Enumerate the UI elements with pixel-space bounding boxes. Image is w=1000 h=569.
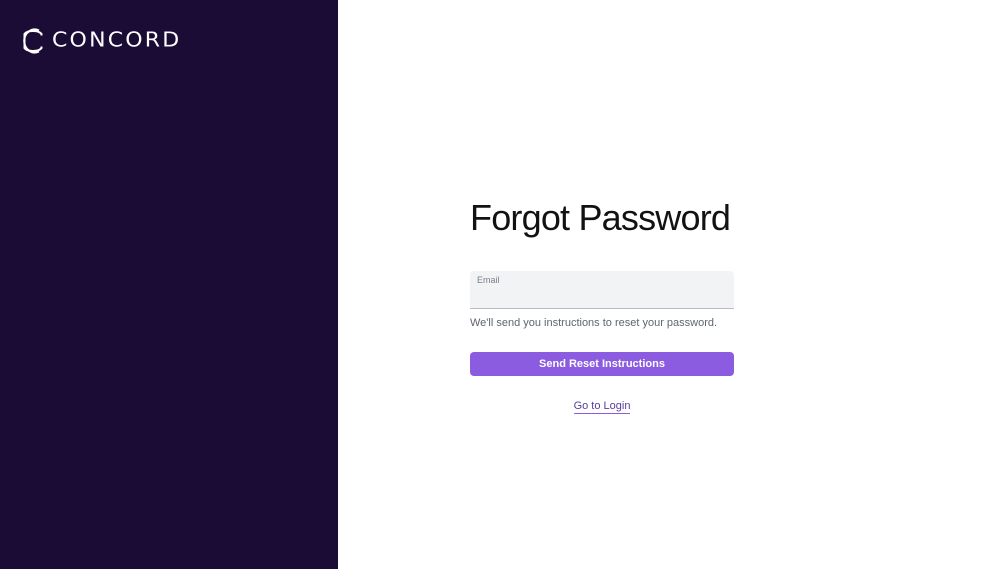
go-to-login-link[interactable]: Go to Login [573, 400, 631, 414]
page-title: Forgot Password [470, 197, 731, 238]
forgot-password-page: CONCORD Forgot Password Email We'll send… [0, 0, 1000, 569]
email-input[interactable] [476, 287, 728, 305]
brand-logo: CONCORD [20, 26, 181, 56]
login-link-row: Go to Login [470, 396, 734, 414]
email-field[interactable]: Email [470, 271, 734, 309]
send-reset-instructions-button[interactable]: Send Reset Instructions [470, 352, 734, 376]
email-field-label: Email [477, 275, 500, 285]
brand-name: CONCORD [52, 29, 182, 53]
helper-text: We'll send you instructions to reset you… [470, 317, 718, 329]
main-content: Forgot Password Email We'll send you ins… [338, 0, 1000, 569]
concord-logo-icon [23, 28, 43, 54]
forgot-password-form: Forgot Password Email We'll send you ins… [470, 196, 734, 414]
brand-sidebar: CONCORD [0, 0, 338, 569]
